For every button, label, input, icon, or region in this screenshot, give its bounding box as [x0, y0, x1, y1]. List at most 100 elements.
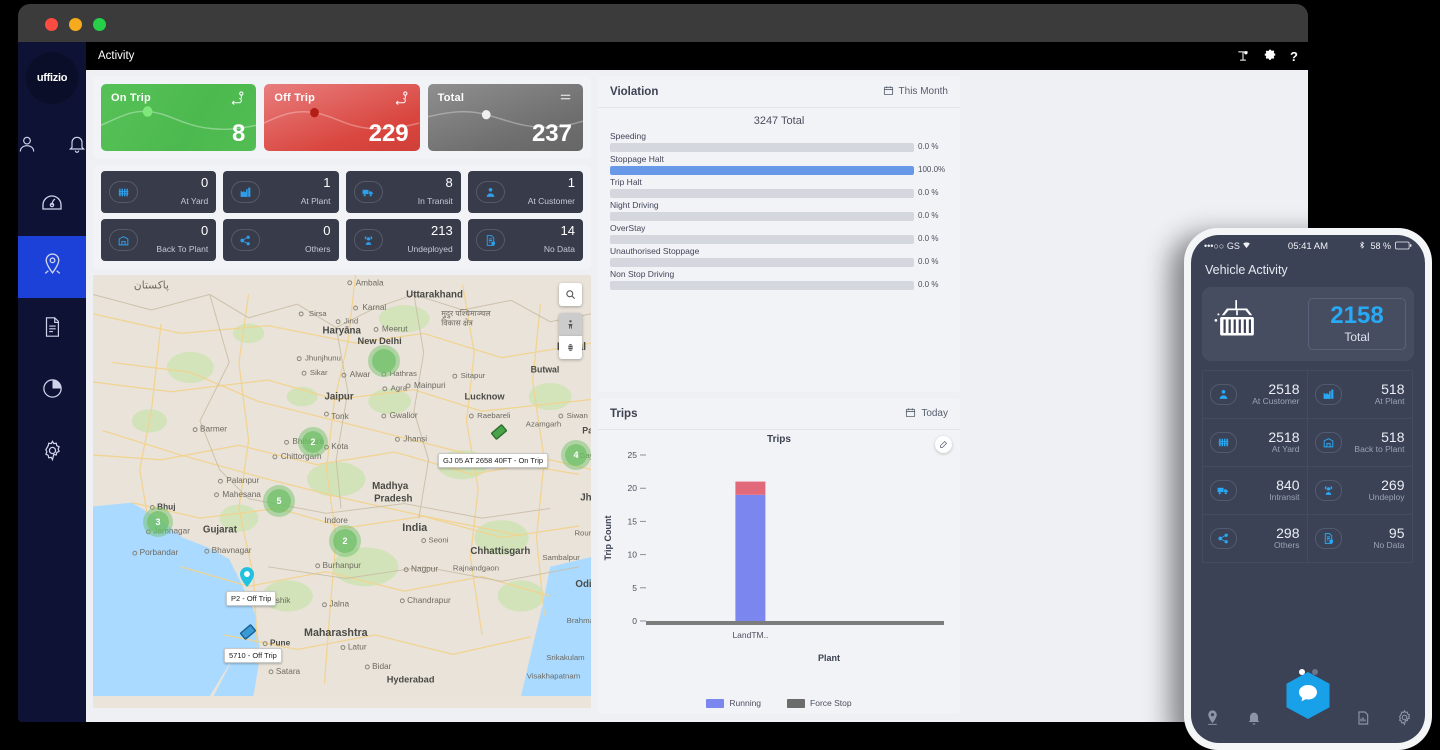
- violation-row[interactable]: Non Stop Driving0.0 %: [610, 269, 948, 290]
- tile-at-yard[interactable]: 0 At Yard: [101, 171, 216, 213]
- help-icon[interactable]: ?: [1290, 50, 1298, 63]
- vehicle-marker-off-trip[interactable]: [237, 621, 259, 643]
- tile-at-plant[interactable]: 1 At Plant: [223, 171, 338, 213]
- phone-stat-label: Intransit: [1269, 493, 1299, 502]
- phone-hero-card[interactable]: 2158 Total: [1202, 287, 1414, 361]
- sidebar-item-settings[interactable]: [18, 422, 86, 484]
- map-place-label: Hyderabad: [387, 675, 435, 685]
- map-pin-marker[interactable]: [240, 567, 254, 587]
- stat-card-off-trip[interactable]: Off Trip 229: [264, 84, 419, 151]
- vehicle-marker-on-trip[interactable]: [488, 421, 510, 443]
- map-place-label: Bidar: [372, 662, 392, 671]
- pegman-icon[interactable]: [559, 313, 582, 336]
- map-cluster[interactable]: 2: [298, 427, 328, 457]
- violation-row[interactable]: Trip Halt0.0 %: [610, 177, 948, 198]
- bar-running[interactable]: [735, 495, 765, 621]
- map-place-label: Porbandar: [140, 548, 179, 557]
- legend-item[interactable]: Running: [706, 698, 761, 708]
- search-icon[interactable]: [559, 283, 582, 306]
- tile-at-customer[interactable]: 1 At Customer: [468, 171, 583, 213]
- window-maximize-button[interactable]: [93, 18, 106, 31]
- map-place-label: Indore: [324, 516, 348, 525]
- trips-bar-chart[interactable]: 0510152025Trip CountLandTM..Plant: [598, 445, 960, 667]
- violation-row[interactable]: Unauthorised Stoppage0.0 %: [610, 246, 948, 267]
- tile-undeployed[interactable]: 213 Undeployed: [346, 219, 461, 261]
- sidebar-item-dashboard[interactable]: [18, 174, 86, 236]
- violation-row[interactable]: Night Driving0.0 %: [610, 200, 948, 221]
- gauge-icon: [40, 191, 64, 220]
- report-icon[interactable]: [1355, 710, 1371, 731]
- sidebar-item-reports[interactable]: [18, 298, 86, 360]
- tile-back-to-plant[interactable]: 0 Back To Plant: [101, 219, 216, 261]
- violation-row[interactable]: OverStay0.0 %: [610, 223, 948, 244]
- legend-item[interactable]: Force Stop: [787, 698, 852, 708]
- distance-header: Distance This Month: [598, 720, 960, 722]
- phone-stat-cell[interactable]: 269Undeploy: [1307, 466, 1413, 515]
- violation-percent: 0.0 %: [918, 235, 948, 243]
- phone-stat-cell[interactable]: 95No Data: [1307, 514, 1413, 563]
- topbar: Activity ?: [86, 42, 1308, 70]
- marker-icon[interactable]: [559, 336, 582, 359]
- violation-percent: 0.0 %: [918, 189, 948, 197]
- phone-stat-cell[interactable]: 2518At Yard: [1202, 418, 1308, 467]
- gear-icon[interactable]: [1396, 709, 1413, 731]
- map-vehicle-label[interactable]: GJ 05 AT 2658 40FT - On Trip: [438, 453, 548, 468]
- phone-mockup: •••○○ GS 05:41 AM 58 %: [1184, 228, 1432, 750]
- factory-icon: [1315, 384, 1342, 405]
- trips-date-range[interactable]: Today: [905, 407, 948, 421]
- phone-stat-cell[interactable]: 518Back to Plant: [1307, 418, 1413, 467]
- tile-label: Back To Plant: [156, 244, 208, 254]
- app-logo[interactable]: uffizio: [26, 52, 78, 104]
- sidebar-item-analytics[interactable]: [18, 360, 86, 422]
- map-place-label: Satara: [276, 667, 301, 676]
- map-place-label: Sirsa: [309, 309, 327, 318]
- violation-row[interactable]: Stoppage Halt100.0%: [610, 154, 948, 175]
- map-vehicle-label[interactable]: 5710 - Off Trip: [224, 648, 282, 663]
- stat-cards-panel: On Trip 8: [93, 76, 591, 159]
- map-cluster[interactable]: 4: [561, 440, 591, 470]
- window-minimize-button[interactable]: [69, 18, 82, 31]
- map-place-label: Seoni: [429, 535, 449, 544]
- distance-widget: Distance This Month D: [598, 720, 960, 722]
- map-place-label: Raebareli: [477, 411, 511, 420]
- window-close-button[interactable]: [45, 18, 58, 31]
- phone-stat-cell[interactable]: 518At Plant: [1307, 370, 1413, 419]
- phone-stat-cell[interactable]: 840Intransit: [1202, 466, 1308, 515]
- user-icon[interactable]: [18, 126, 45, 162]
- main-area: Activity ?: [86, 42, 1308, 722]
- phone-screen: •••○○ GS 05:41 AM 58 %: [1191, 235, 1425, 743]
- violation-row[interactable]: Speeding0.0 %: [610, 131, 948, 152]
- tile-value: 1: [568, 175, 575, 190]
- map-cluster[interactable]: [368, 345, 400, 377]
- map-vehicle-label[interactable]: P2 - Off Trip: [226, 591, 276, 606]
- map[interactable]: پاکستانAmbalaUttarakhandSirsaKarnalJindH…: [93, 275, 591, 708]
- map-place-label: Agra: [391, 384, 408, 393]
- map-cluster[interactable]: 5: [263, 485, 295, 517]
- phone-hero-value: 2158: [1330, 304, 1383, 328]
- tile-no-data[interactable]: 14 No Data: [468, 219, 583, 261]
- map-cluster[interactable]: 2: [329, 525, 361, 557]
- legend-label: Force Stop: [810, 698, 852, 708]
- violation-date-range[interactable]: This Month: [883, 85, 948, 99]
- calendar-icon: [905, 407, 916, 421]
- sidebar-item-tracking[interactable]: [18, 236, 86, 298]
- map-cluster[interactable]: 3: [143, 507, 173, 537]
- tile-in-transit[interactable]: 8 In Transit: [346, 171, 461, 213]
- customizer-icon[interactable]: [1236, 49, 1250, 63]
- phone-stat-cell[interactable]: 298Others: [1202, 514, 1308, 563]
- location-pin-icon[interactable]: [1204, 709, 1221, 731]
- phone-stat-cell[interactable]: 2518At Customer: [1202, 370, 1308, 419]
- map-place-label: Maharashtra: [304, 627, 369, 639]
- stat-card-value: 8: [232, 120, 245, 148]
- violation-label: Stoppage Halt: [610, 154, 914, 164]
- trips-body: Trips 0510152025Trip CountLandTM..Plant …: [598, 430, 960, 714]
- edit-icon[interactable]: [935, 436, 952, 453]
- bell-icon[interactable]: [1246, 710, 1262, 731]
- stat-card-on-trip[interactable]: On Trip 8: [101, 84, 256, 151]
- gear-icon[interactable]: [1263, 49, 1277, 63]
- bar-stop[interactable]: [735, 482, 765, 495]
- chat-fab-icon[interactable]: [1287, 672, 1330, 719]
- tile-others[interactable]: 0 Others: [223, 219, 338, 261]
- stat-card-value: 229: [369, 120, 409, 148]
- stat-card-total[interactable]: Total 237: [428, 84, 583, 151]
